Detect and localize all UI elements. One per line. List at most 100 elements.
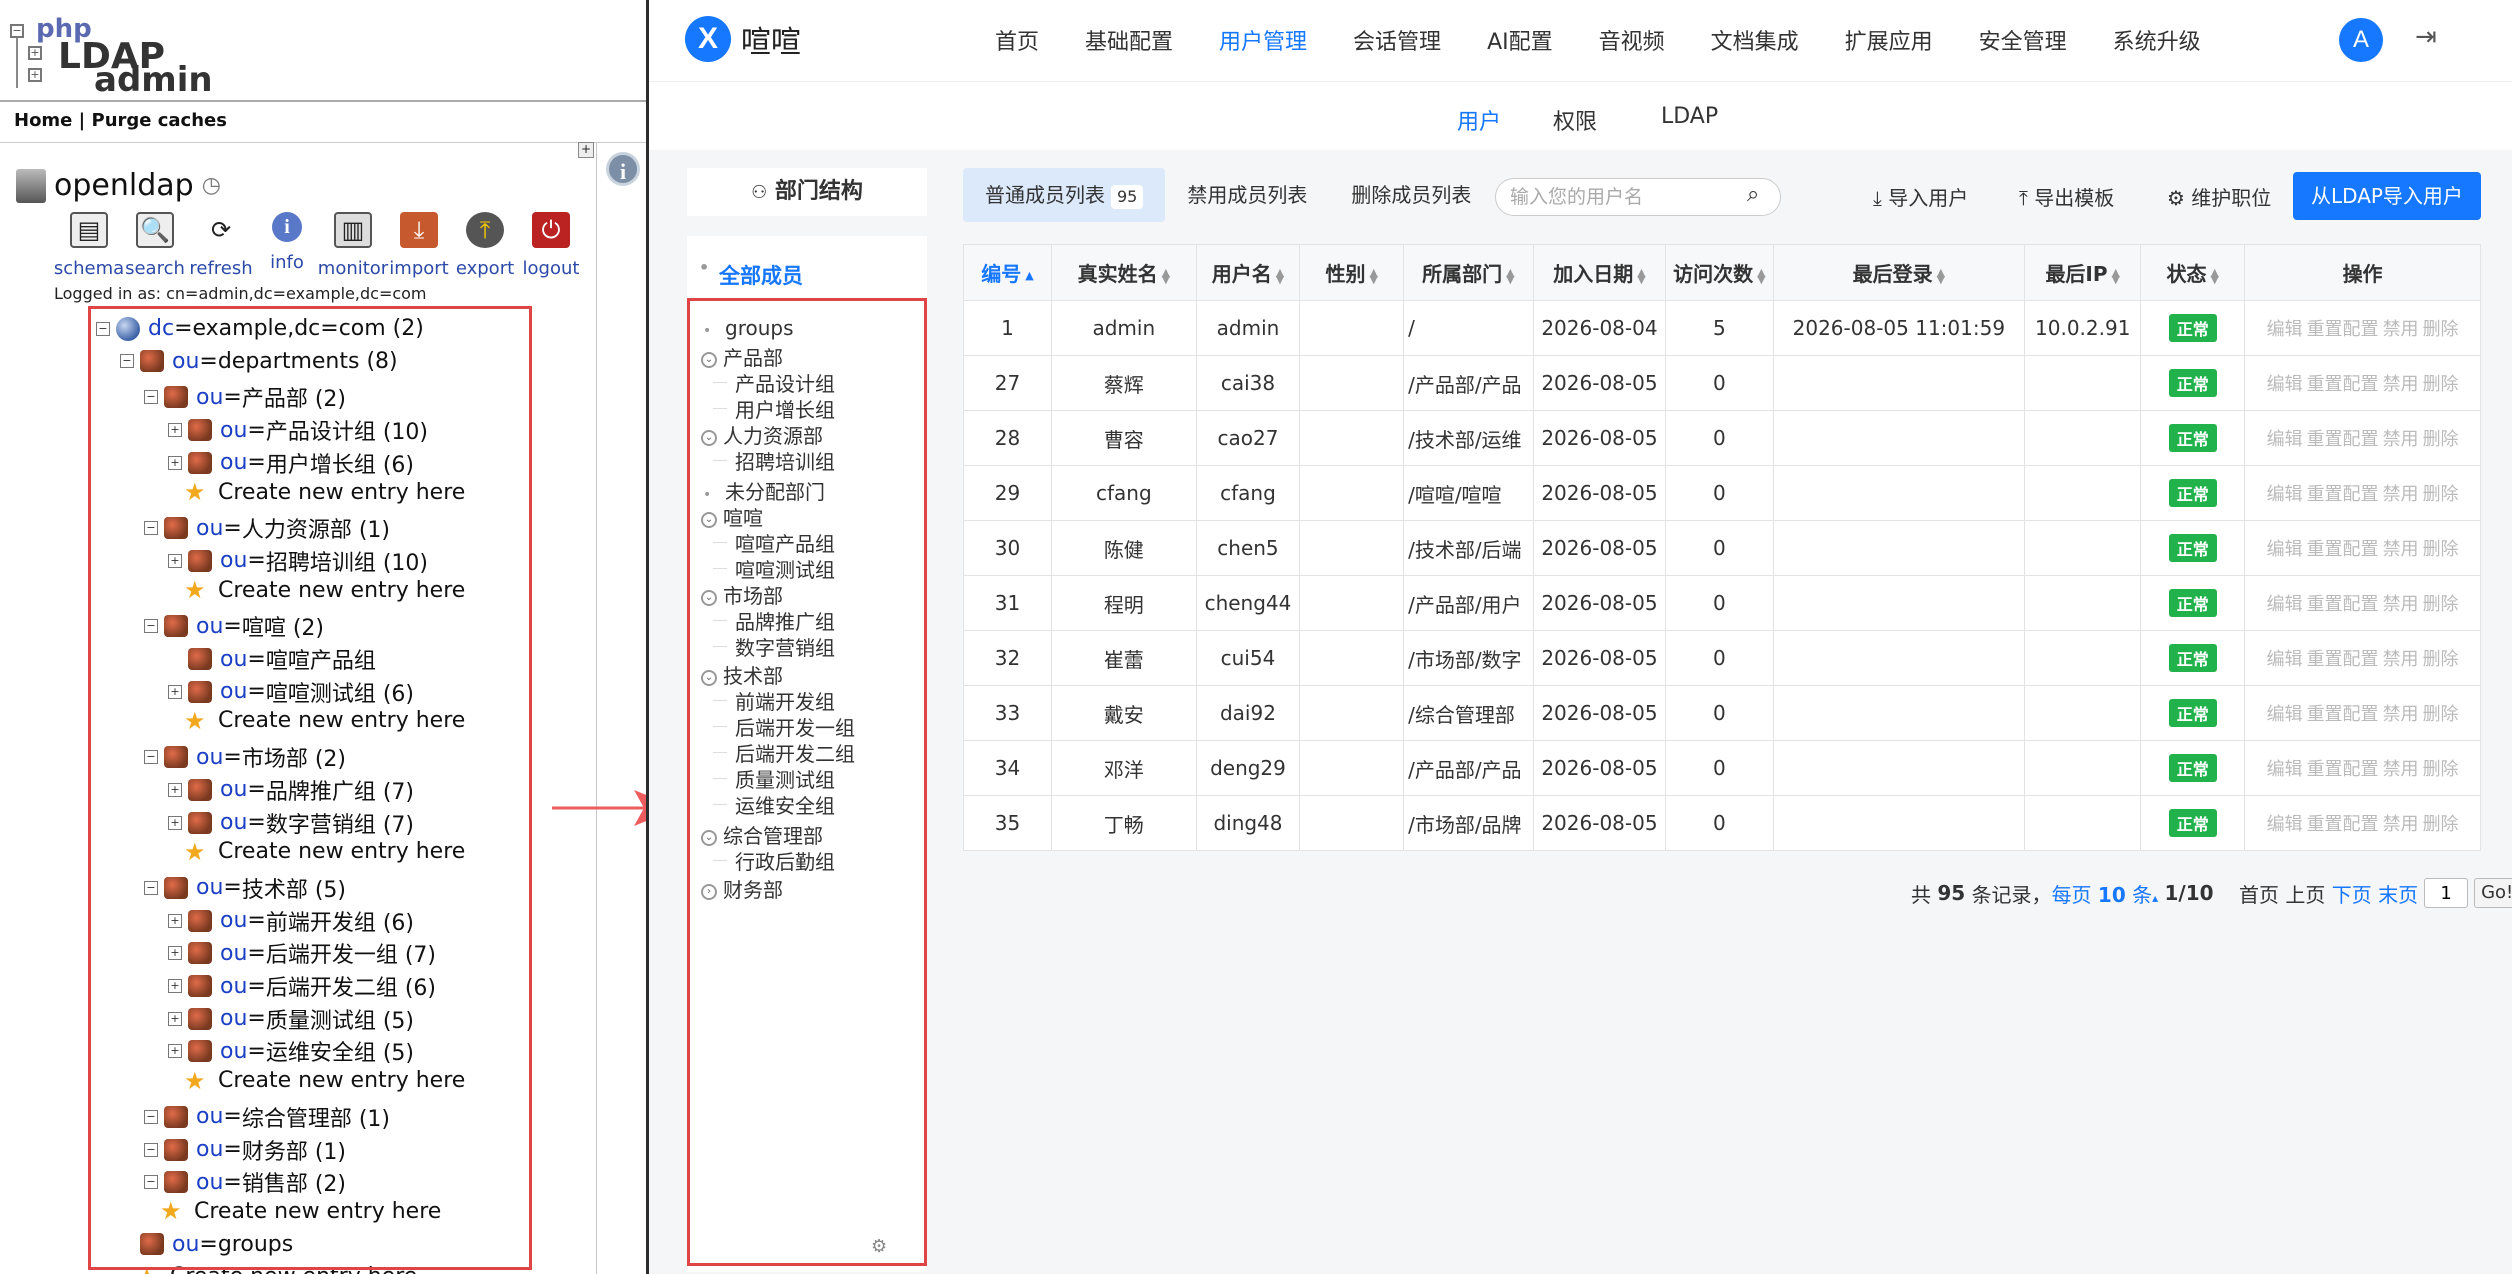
disable-link[interactable]: 禁用 <box>2383 374 2419 395</box>
reset-config-link[interactable]: 重置配置 <box>2307 539 2379 560</box>
chevron-down-icon[interactable]: ⌄ <box>701 351 717 368</box>
tool-search[interactable]: 🔍 search <box>122 212 188 279</box>
nav-item[interactable]: 扩展应用 <box>1845 24 1933 56</box>
dept-item[interactable]: 质量测试组 <box>735 764 835 793</box>
dept-item[interactable]: 喧喧测试组 <box>735 554 835 583</box>
disable-link[interactable]: 禁用 <box>2383 429 2419 450</box>
edit-link[interactable]: 编辑 <box>2267 429 2303 450</box>
edit-link[interactable]: 编辑 <box>2267 649 2303 670</box>
column-header[interactable]: 用户名 ▲ ▼ <box>1195 244 1301 301</box>
nav-item[interactable]: 音视频 <box>1599 24 1665 56</box>
column-header[interactable]: 真实姓名 ▲ ▼ <box>1051 244 1197 301</box>
nav-item[interactable]: 基础配置 <box>1085 24 1173 56</box>
dept-item[interactable]: 品牌推广组 <box>735 606 835 635</box>
edit-link[interactable]: 编辑 <box>2267 484 2303 505</box>
disable-link[interactable]: 禁用 <box>2383 704 2419 725</box>
tool-info[interactable]: i info <box>254 212 320 279</box>
disable-link[interactable]: 禁用 <box>2383 319 2419 340</box>
logout-icon[interactable]: ⇥ <box>2415 22 2437 52</box>
reset-config-link[interactable]: 重置配置 <box>2307 429 2379 450</box>
dept-item[interactable]: ⌄ 综合管理部 <box>701 820 823 849</box>
delete-link[interactable]: 删除 <box>2423 759 2459 780</box>
dept-all-members[interactable]: 全部成员 <box>699 258 803 290</box>
delete-link[interactable]: 删除 <box>2423 594 2459 615</box>
edit-link[interactable]: 编辑 <box>2267 759 2303 780</box>
search-icon[interactable]: ⌕ <box>1747 182 1759 207</box>
chevron-down-icon[interactable]: ⌄ <box>701 589 717 606</box>
next-page-link[interactable]: 下页 <box>2332 879 2372 908</box>
chevron-down-icon[interactable]: ⌄ <box>701 829 717 846</box>
disable-link[interactable]: 禁用 <box>2383 539 2419 560</box>
dept-item[interactable]: ⌄ 喧喧 <box>701 502 763 531</box>
dept-item[interactable]: 产品设计组 <box>735 368 835 397</box>
dept-item[interactable]: 前端开发组 <box>735 686 835 715</box>
dept-item[interactable]: ⌄ 产品部 <box>701 342 783 371</box>
nav-item[interactable]: 会话管理 <box>1353 24 1441 56</box>
column-header[interactable]: 加入日期 ▲ ▼ <box>1532 244 1667 301</box>
chevron-down-icon[interactable]: ⌄ <box>701 511 717 528</box>
reset-config-link[interactable]: 重置配置 <box>2307 704 2379 725</box>
edit-link[interactable]: 编辑 <box>2267 319 2303 340</box>
tab-normal-members[interactable]: 普通成员列表 95 <box>963 168 1166 222</box>
reset-config-link[interactable]: 重置配置 <box>2307 649 2379 670</box>
disable-link[interactable]: 禁用 <box>2383 594 2419 615</box>
tool-logout[interactable]: ⏻ logout <box>518 212 584 279</box>
chevron-down-icon[interactable]: ⌄ <box>701 669 717 686</box>
dept-item[interactable]: ⌄ 市场部 <box>701 580 783 609</box>
column-header[interactable]: 所属部门 ▲ ▼ <box>1403 244 1534 301</box>
subnav-permissions[interactable]: 权限 <box>1553 104 1597 136</box>
subnav-ldap[interactable]: LDAP <box>1661 104 1718 129</box>
edit-link[interactable]: 编辑 <box>2267 539 2303 560</box>
dept-item[interactable]: 后端开发二组 <box>735 738 855 767</box>
delete-link[interactable]: 删除 <box>2423 319 2459 340</box>
tool-monitor[interactable]: ▥ monitor <box>318 212 388 279</box>
dept-item[interactable]: ⌄ 技术部 <box>701 660 783 689</box>
maintain-positions-button[interactable]: ⚙ 维护职位 <box>2167 182 2271 211</box>
go-button[interactable]: Go! <box>2474 878 2512 908</box>
disable-link[interactable]: 禁用 <box>2383 484 2419 505</box>
reset-config-link[interactable]: 重置配置 <box>2307 814 2379 835</box>
edit-link[interactable]: 编辑 <box>2267 704 2303 725</box>
info-icon[interactable]: i <box>606 152 640 186</box>
delete-link[interactable]: 删除 <box>2423 429 2459 450</box>
reset-config-link[interactable]: 重置配置 <box>2307 484 2379 505</box>
disable-link[interactable]: 禁用 <box>2383 649 2419 670</box>
nav-item[interactable]: 首页 <box>995 24 1039 56</box>
import-users-button[interactable]: ⤓ 导入用户 <box>1873 182 1968 211</box>
nav-item[interactable]: 用户管理 <box>1219 24 1307 56</box>
dept-item[interactable]: • 未分配部门 <box>703 476 825 505</box>
expand-icon[interactable]: + <box>578 142 594 158</box>
nav-item[interactable]: AI配置 <box>1487 24 1553 56</box>
dept-item[interactable]: 用户增长组 <box>735 394 835 423</box>
gear-icon[interactable]: ⚙ <box>871 1236 887 1257</box>
per-page-select[interactable]: 每页 10 条▴ <box>2052 879 2159 908</box>
tool-refresh[interactable]: ⟳ refresh <box>188 212 254 279</box>
delete-link[interactable]: 删除 <box>2423 649 2459 670</box>
tab-deleted-members[interactable]: 删除成员列表 <box>1329 168 1493 222</box>
disable-link[interactable]: 禁用 <box>2383 759 2419 780</box>
dept-item[interactable]: › 财务部 <box>701 874 783 903</box>
edit-link[interactable]: 编辑 <box>2267 814 2303 835</box>
column-header[interactable]: 最后IP ▲ ▼ <box>2024 244 2142 301</box>
column-header[interactable]: 性别 ▲ ▼ <box>1299 244 1405 301</box>
dept-item[interactable]: • groups <box>703 316 794 340</box>
dept-item[interactable]: 喧喧产品组 <box>735 528 835 557</box>
delete-link[interactable]: 删除 <box>2423 814 2459 835</box>
dept-item[interactable]: 行政后勤组 <box>735 846 835 875</box>
chevron-down-icon[interactable]: ⌄ <box>701 429 717 446</box>
chevron-right-icon[interactable]: › <box>701 883 717 900</box>
avatar[interactable]: A <box>2339 18 2383 62</box>
tab-disabled-members[interactable]: 禁用成员列表 <box>1165 168 1329 222</box>
subnav-users[interactable]: 用户 <box>1457 104 1501 136</box>
edit-link[interactable]: 编辑 <box>2267 594 2303 615</box>
dept-item[interactable]: 数字营销组 <box>735 632 835 661</box>
search-input[interactable] <box>1495 178 1781 216</box>
dept-item[interactable]: 招聘培训组 <box>735 446 835 475</box>
dept-item[interactable]: 后端开发一组 <box>735 712 855 741</box>
nav-item[interactable]: 系统升级 <box>2113 24 2201 56</box>
nav-item[interactable]: 安全管理 <box>1979 24 2067 56</box>
reset-config-link[interactable]: 重置配置 <box>2307 594 2379 615</box>
dept-item[interactable]: 运维安全组 <box>735 790 835 819</box>
breadcrumb[interactable]: Home | Purge caches <box>14 110 227 131</box>
reset-config-link[interactable]: 重置配置 <box>2307 374 2379 395</box>
